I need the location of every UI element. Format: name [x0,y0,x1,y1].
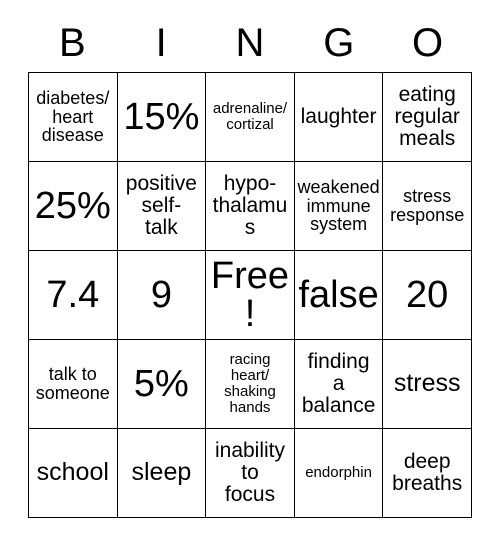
bingo-cell[interactable]: eating regular meals [383,73,472,162]
bingo-cell[interactable]: false [294,251,384,340]
bingo-cell[interactable]: stress response [383,162,472,251]
bingo-cell[interactable]: school [29,429,118,518]
bingo-cell-label: positive self- talk [125,172,197,239]
bingo-cell[interactable]: finding a balance [294,340,384,429]
bingo-cell[interactable]: 20 [383,251,472,340]
bingo-cell[interactable]: inability to focus [206,429,295,518]
bingo-cell-label: 9 [150,274,172,316]
header-letter-b: B [59,21,86,65]
bingo-cell-label: 20 [406,274,449,316]
bingo-cell-label: racing heart/ shaking hands [224,351,276,416]
bingo-cell-label: stress response [390,186,465,225]
header-letter-n: N [235,21,265,65]
bingo-cell[interactable]: 5% [117,340,207,429]
bingo-cell-label: adrenaline/ cortizal [212,100,288,133]
bingo-cell[interactable]: 25% [29,162,118,251]
bingo-cell[interactable]: positive self- talk [117,162,207,251]
bingo-cell[interactable]: deep breaths [383,429,472,518]
bingo-cell-label: stress [393,369,461,398]
bingo-cell[interactable]: endorphin [294,429,384,518]
bingo-cell-label: hypo- thalamus [212,172,288,239]
bingo-cell[interactable]: weakened immune system [294,162,384,251]
bingo-cell-label: deep breaths [392,450,463,495]
bingo-card: B I N G O diabetes/ heart disease 15% ad… [0,0,500,544]
header-letter-g: G [323,21,355,65]
bingo-cell[interactable]: hypo- thalamus [206,162,295,251]
bingo-cell-label: laughter [300,105,377,129]
bingo-header: B I N G O [28,14,472,72]
bingo-cell-label: 25% [34,185,111,227]
bingo-cell-label: sleep [131,458,192,487]
bingo-cell[interactable]: 7.4 [29,251,118,340]
bingo-cell[interactable]: 15% [117,73,207,162]
bingo-cell-label: endorphin [305,464,372,482]
bingo-cell[interactable]: adrenaline/ cortizal [206,73,295,162]
bingo-cell-label: eating regular meals [394,83,460,150]
header-letter-i: I [155,21,167,65]
bingo-cell-label: inability to focus [214,439,286,506]
bingo-cell[interactable]: sleep [117,429,207,518]
bingo-cell-label: diabetes/ heart disease [36,87,110,146]
bingo-cell-label: finding a balance [301,350,376,417]
bingo-cell-label: Free! [210,255,290,335]
bingo-cell[interactable]: talk to someone [29,340,118,429]
bingo-cell-label: 15% [123,96,200,138]
bingo-cell-label: 7.4 [46,274,100,316]
bingo-cell[interactable]: diabetes/ heart disease [29,73,118,162]
bingo-cell-label: false [298,274,379,316]
bingo-cell[interactable]: racing heart/ shaking hands [206,340,295,429]
bingo-cell-label: talk to someone [35,364,110,403]
bingo-cell[interactable]: laughter [294,73,384,162]
bingo-cell[interactable]: stress [383,340,472,429]
bingo-cell-label: weakened immune system [297,176,380,235]
header-letter-o: O [412,21,444,65]
bingo-cell[interactable]: 9 [117,251,207,340]
bingo-cell-label: school [36,458,109,487]
bingo-grid: diabetes/ heart disease 15% adrenaline/ … [28,72,472,518]
bingo-cell-free[interactable]: Free! [206,251,295,340]
bingo-cell-label: 5% [133,363,189,405]
